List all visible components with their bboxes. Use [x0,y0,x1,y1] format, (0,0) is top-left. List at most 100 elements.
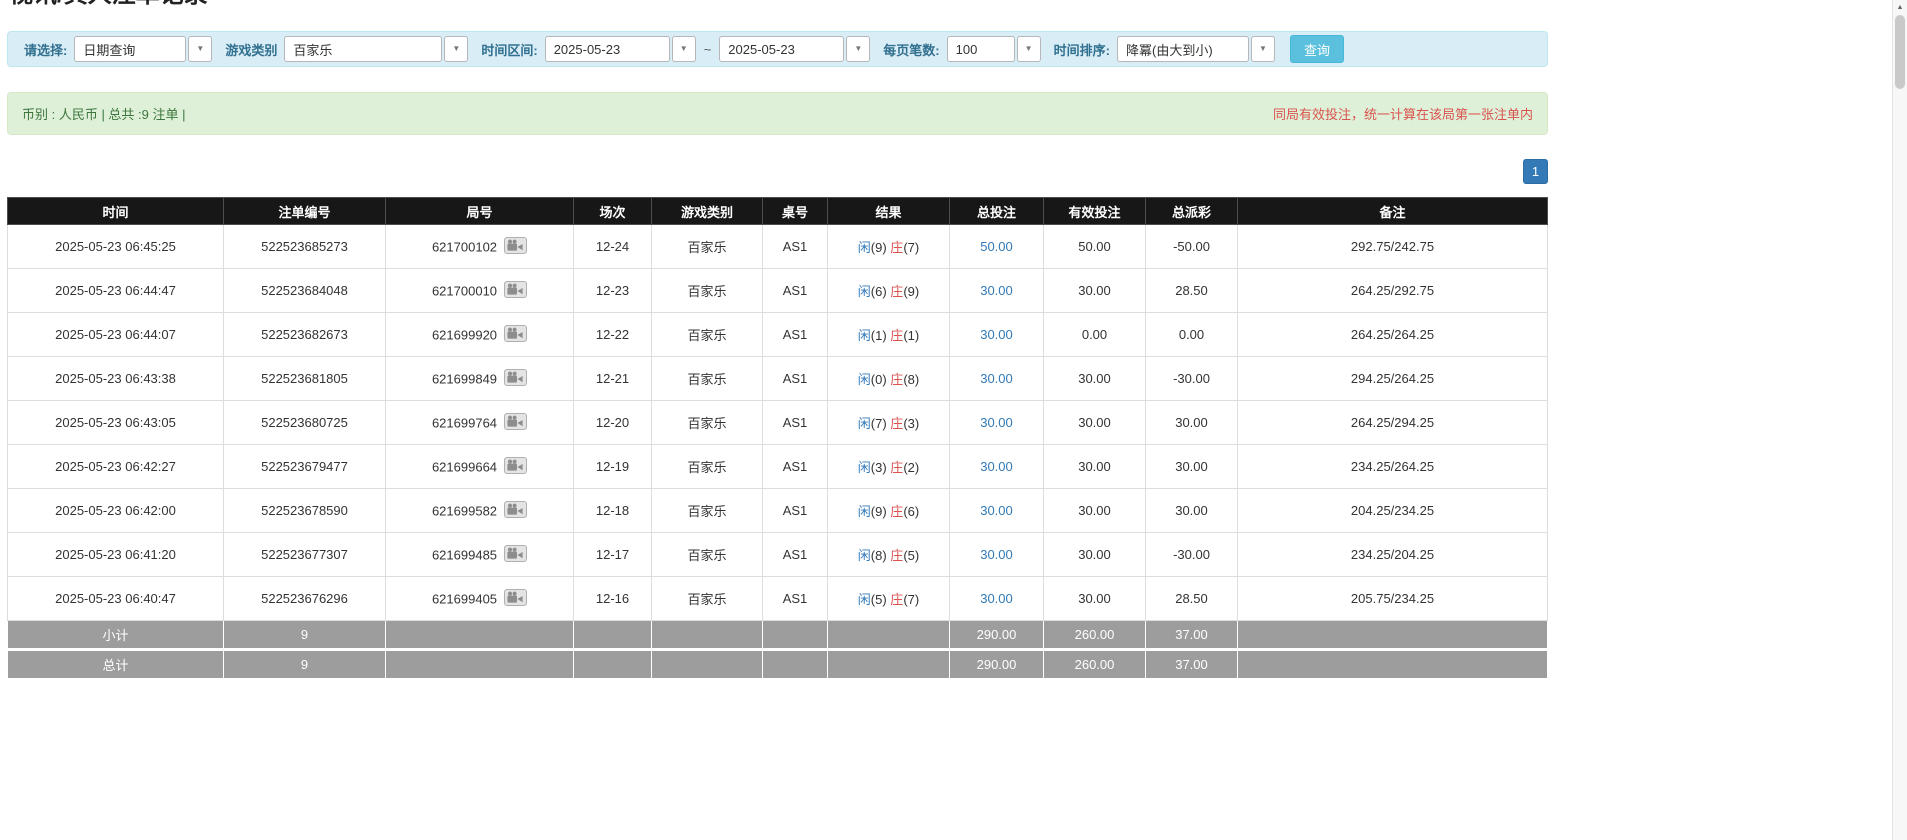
video-replay-button[interactable] [504,589,527,609]
video-replay-icon [504,545,527,562]
date-range-separator: ~ [704,42,712,57]
banker-score: (6) [903,504,919,519]
search-button[interactable]: 查询 [1290,35,1344,63]
cell-session: 12-21 [574,357,652,401]
cell-session: 12-20 [574,401,652,445]
date-start-value[interactable]: 2025-05-23 [545,36,670,62]
video-replay-button[interactable] [504,545,527,565]
cell-total-bet: 30.00 [950,489,1044,533]
player-score: (3) [871,460,891,475]
cell-table-no: AS1 [763,269,828,313]
cell-result: 闲(9) 庄(6) [828,489,950,533]
cell-result: 闲(7) 庄(3) [828,401,950,445]
total-bet-link[interactable]: 30.00 [980,371,1013,386]
footer-label: 小计 [8,621,224,650]
page-size-label: 每页笔数: [883,40,939,59]
time-sort-combobox: 降冪(由大到小) ▼ [1117,36,1275,62]
cell-total-bet: 30.00 [950,577,1044,621]
cell-session: 12-24 [574,225,652,269]
time-sort-toggle[interactable]: ▼ [1251,36,1275,62]
round-id: 621699582 [432,503,497,518]
column-header: 总投注 [950,198,1044,225]
total-bet-link[interactable]: 30.00 [980,591,1013,606]
date-end-toggle[interactable]: ▼ [846,36,870,62]
video-replay-button[interactable] [504,325,527,345]
scrollbar-thumb[interactable] [1895,15,1905,89]
video-replay-icon [504,589,527,606]
time-sort-value[interactable]: 降冪(由大到小) [1117,36,1249,62]
game-type-value[interactable]: 百家乐 [284,36,442,62]
banker-score: (8) [903,372,919,387]
cell-bet-id: 522523677307 [224,533,386,577]
record-row: 2025-05-23 06:43:38522523681805621699849… [8,357,1548,401]
cell-result: 闲(3) 庄(2) [828,445,950,489]
chevron-down-icon: ▼ [452,45,460,53]
record-row: 2025-05-23 06:44:47522523684048621700010… [8,269,1548,313]
column-header: 有效投注 [1044,198,1146,225]
banker-result-label: 庄 [890,284,903,299]
round-id: 621699485 [432,547,497,562]
cell-round-id: 621699664 [386,445,574,489]
page-size-toggle[interactable]: ▼ [1017,36,1041,62]
record-row: 2025-05-23 06:42:00522523678590621699582… [8,489,1548,533]
player-result-label: 闲 [858,504,871,519]
vertical-scrollbar[interactable]: ▲ [1892,0,1907,840]
total-bet-link[interactable]: 50.00 [980,239,1013,254]
cell-game-type: 百家乐 [652,269,763,313]
date-end-value[interactable]: 2025-05-23 [719,36,844,62]
time-range-label: 时间区间: [481,40,537,59]
video-replay-button[interactable] [504,369,527,389]
total-bet-link[interactable]: 30.00 [980,459,1013,474]
total-bet-link[interactable]: 30.00 [980,283,1013,298]
page-button-1[interactable]: 1 [1523,159,1548,184]
cell-note: 264.25/294.25 [1238,401,1548,445]
column-header: 备注 [1238,198,1548,225]
chevron-down-icon: ▼ [1025,45,1033,53]
total-bet-link[interactable]: 30.00 [980,415,1013,430]
cell-result: 闲(6) 庄(9) [828,269,950,313]
cell-table-no: AS1 [763,357,828,401]
cell-result: 闲(0) 庄(8) [828,357,950,401]
footer-empty [763,621,828,650]
cell-bet-id: 522523678590 [224,489,386,533]
banker-score: (5) [903,548,919,563]
column-header: 时间 [8,198,224,225]
cell-total-bet: 50.00 [950,225,1044,269]
query-type-value[interactable]: 日期查询 [74,36,186,62]
cell-session: 12-22 [574,313,652,357]
cell-valid-bet: 30.00 [1044,357,1146,401]
video-replay-button[interactable] [504,237,527,257]
footer-empty [828,621,950,650]
cell-table-no: AS1 [763,489,828,533]
footer-label: 总计 [8,650,224,679]
records-table: 时间注单编号局号场次游戏类别桌号结果总投注有效投注总派彩备注 2025-05-2… [7,197,1548,679]
date-start-toggle[interactable]: ▼ [672,36,696,62]
video-replay-button[interactable] [504,501,527,521]
video-replay-button[interactable] [504,413,527,433]
cell-note: 264.25/292.75 [1238,269,1548,313]
game-type-toggle[interactable]: ▼ [444,36,468,62]
cell-valid-bet: 30.00 [1044,489,1146,533]
cell-valid-bet: 30.00 [1044,269,1146,313]
cell-round-id: 621699405 [386,577,574,621]
total-bet-link[interactable]: 30.00 [980,547,1013,562]
record-row: 2025-05-23 06:43:05522523680725621699764… [8,401,1548,445]
cell-round-id: 621699849 [386,357,574,401]
game-type-combobox: 百家乐 ▼ [284,36,468,62]
cell-note: 292.75/242.75 [1238,225,1548,269]
query-type-toggle[interactable]: ▼ [188,36,212,62]
scroll-up-icon[interactable]: ▲ [1893,0,1907,14]
total-bet-link[interactable]: 30.00 [980,327,1013,342]
total-bet-link[interactable]: 30.00 [980,503,1013,518]
video-replay-icon [504,501,527,518]
video-replay-button[interactable] [504,457,527,477]
page-size-value[interactable]: 100 [947,36,1015,62]
player-result-label: 闲 [858,284,871,299]
player-result-label: 闲 [858,548,871,563]
cell-game-type: 百家乐 [652,533,763,577]
cell-payout: 0.00 [1146,313,1238,357]
video-replay-button[interactable] [504,281,527,301]
cell-round-id: 621699764 [386,401,574,445]
banker-result-label: 庄 [890,240,903,255]
player-result-label: 闲 [858,460,871,475]
